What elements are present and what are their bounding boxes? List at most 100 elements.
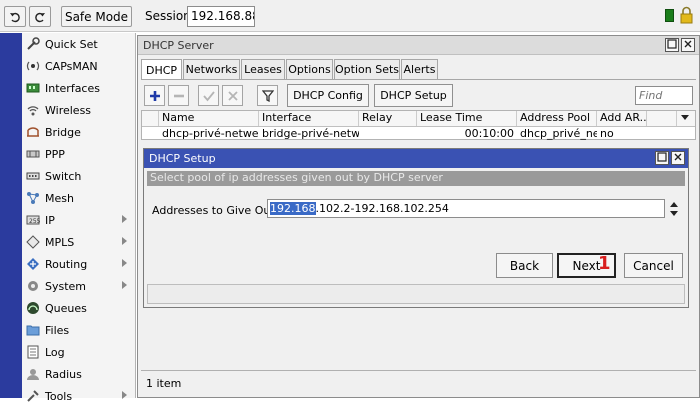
sidebar-item-label: Tools bbox=[45, 389, 73, 403]
maximize-icon[interactable] bbox=[665, 38, 679, 52]
column-menu-icon[interactable] bbox=[677, 111, 695, 126]
dhcp-setup-button[interactable]: DHCP Setup bbox=[374, 84, 453, 107]
disable-icon[interactable] bbox=[222, 85, 243, 106]
tab-leases[interactable]: Leases bbox=[241, 59, 285, 79]
addresses-input[interactable]: 192.168.102.2-192.168.102.254 bbox=[267, 199, 665, 218]
dhcp-config-button[interactable]: DHCP Config bbox=[287, 84, 369, 107]
tab-networks[interactable]: Networks bbox=[183, 59, 240, 79]
submenu-arrow-icon bbox=[122, 281, 127, 289]
sidebar-menu: Quick Set CAPsMAN Interfaces Wireless Br… bbox=[22, 33, 136, 403]
lock-icon bbox=[680, 6, 693, 24]
sidebar-item-label: System bbox=[45, 279, 87, 293]
sidebar-item-wireless[interactable]: Wireless bbox=[22, 99, 135, 121]
sidebar-item-label: MPLS bbox=[45, 235, 75, 249]
dialog-hint-text: Select pool of ip addresses given out by… bbox=[147, 171, 685, 186]
log-icon bbox=[25, 345, 41, 359]
top-toolbar: Safe Mode Session: 192.168.88.1 bbox=[0, 0, 700, 32]
enable-icon[interactable] bbox=[198, 85, 219, 106]
filter-icon[interactable] bbox=[257, 85, 278, 106]
sidebar-item-log[interactable]: Log bbox=[22, 341, 135, 363]
sidebar-item-capsman[interactable]: CAPsMAN bbox=[22, 55, 135, 77]
submenu-arrow-icon bbox=[122, 237, 127, 245]
item-count: 1 item bbox=[146, 377, 182, 390]
bridge-icon bbox=[25, 125, 41, 139]
sidebar-item-system[interactable]: System bbox=[22, 275, 135, 297]
sidebar-item-tools[interactable]: Tools bbox=[22, 385, 135, 407]
mpls-icon bbox=[25, 235, 41, 249]
sidebar-item-files[interactable]: Files bbox=[22, 319, 135, 341]
column-header-address-pool[interactable]: Address Pool bbox=[517, 111, 597, 126]
queues-icon bbox=[25, 301, 41, 315]
cell-interface: bridge-privé-netw bbox=[262, 127, 359, 140]
addresses-label: Addresses to Give Out: bbox=[152, 204, 279, 217]
tools-icon bbox=[25, 389, 41, 403]
sidebar-item-bridge[interactable]: Bridge bbox=[22, 121, 135, 143]
cell-name: dhcp-privé-netwerk bbox=[162, 127, 259, 140]
table-header-spacer bbox=[142, 111, 159, 126]
ppp-icon bbox=[25, 147, 41, 161]
tab-bar: DHCP Networks Leases Options Option Sets… bbox=[141, 59, 696, 80]
column-header-interface[interactable]: Interface bbox=[259, 111, 359, 126]
back-button[interactable]: Back bbox=[496, 253, 553, 278]
connection-status-indicator bbox=[665, 9, 674, 22]
sidebar-item-mesh[interactable]: Mesh bbox=[22, 187, 135, 209]
undo-icon[interactable] bbox=[4, 6, 26, 27]
find-input[interactable] bbox=[635, 86, 693, 105]
cell-add-arp: no bbox=[600, 127, 614, 140]
close-icon[interactable] bbox=[671, 151, 685, 165]
add-icon[interactable] bbox=[144, 85, 165, 106]
winbox-side-strip bbox=[0, 33, 22, 398]
close-icon[interactable] bbox=[681, 38, 695, 52]
sidebar-item-queues[interactable]: Queues bbox=[22, 297, 135, 319]
sidebar-item-mpls[interactable]: MPLS bbox=[22, 231, 135, 253]
tab-alerts[interactable]: Alerts bbox=[401, 59, 438, 79]
submenu-arrow-icon bbox=[122, 259, 127, 267]
cell-relay bbox=[359, 127, 417, 142]
radius-icon bbox=[25, 367, 41, 381]
sidebar-item-label: Radius bbox=[45, 367, 82, 381]
column-header-relay[interactable]: Relay bbox=[359, 111, 417, 126]
addresses-input-selection: 192.168 bbox=[270, 202, 316, 215]
sidebar-item-label: CAPsMAN bbox=[45, 59, 98, 73]
remove-icon[interactable] bbox=[168, 85, 189, 106]
cell-address-pool: dhcp_privé_netw... bbox=[520, 127, 597, 140]
capsman-icon bbox=[25, 59, 41, 73]
sidebar-item-radius[interactable]: Radius bbox=[22, 363, 135, 385]
sidebar-item-quick-set[interactable]: Quick Set bbox=[22, 33, 135, 55]
tab-dhcp[interactable]: DHCP bbox=[141, 59, 182, 80]
sidebar-item-label: Interfaces bbox=[45, 81, 100, 95]
sidebar-item-switch[interactable]: Switch bbox=[22, 165, 135, 187]
sidebar-item-routing[interactable]: Routing bbox=[22, 253, 135, 275]
sidebar-item-label: Routing bbox=[45, 257, 88, 271]
session-field[interactable]: 192.168.88.1 bbox=[187, 6, 255, 27]
table-row[interactable]: dhcp-privé-netwerk bridge-privé-netw 00:… bbox=[142, 127, 695, 141]
files-icon bbox=[25, 323, 41, 337]
tab-options[interactable]: Options bbox=[286, 59, 333, 79]
window-titlebar[interactable]: DHCP Server bbox=[138, 36, 699, 55]
redo-icon[interactable] bbox=[29, 6, 51, 27]
interfaces-icon bbox=[25, 81, 41, 95]
maximize-icon[interactable] bbox=[655, 151, 669, 165]
spinner-icon[interactable] bbox=[669, 201, 679, 217]
mesh-icon bbox=[25, 191, 41, 205]
table-header-filler bbox=[647, 111, 677, 126]
sidebar-item-ppp[interactable]: PPP bbox=[22, 143, 135, 165]
sidebar-item-label: PPP bbox=[45, 147, 65, 161]
dialog-titlebar[interactable]: DHCP Setup bbox=[144, 149, 688, 168]
sidebar-item-label: Queues bbox=[45, 301, 87, 315]
column-header-lease-time[interactable]: Lease Time bbox=[417, 111, 517, 126]
sidebar-item-label: Bridge bbox=[45, 125, 81, 139]
sidebar-item-interfaces[interactable]: Interfaces bbox=[22, 77, 135, 99]
safe-mode-button[interactable]: Safe Mode bbox=[61, 6, 132, 27]
step-marker: 1 bbox=[598, 253, 611, 274]
column-header-name[interactable]: Name bbox=[159, 111, 259, 126]
tab-option-sets[interactable]: Option Sets bbox=[334, 59, 400, 79]
dialog-title: DHCP Setup bbox=[149, 152, 216, 165]
dhcp-toolbar: DHCP Config DHCP Setup bbox=[141, 79, 696, 109]
system-icon bbox=[25, 279, 41, 293]
sidebar-item-label: Quick Set bbox=[45, 37, 98, 51]
cancel-button[interactable]: Cancel bbox=[624, 253, 683, 278]
submenu-arrow-icon bbox=[122, 215, 127, 223]
sidebar-item-ip[interactable]: 255 IP bbox=[22, 209, 135, 231]
column-header-add-arp[interactable]: Add AR... bbox=[597, 111, 647, 126]
